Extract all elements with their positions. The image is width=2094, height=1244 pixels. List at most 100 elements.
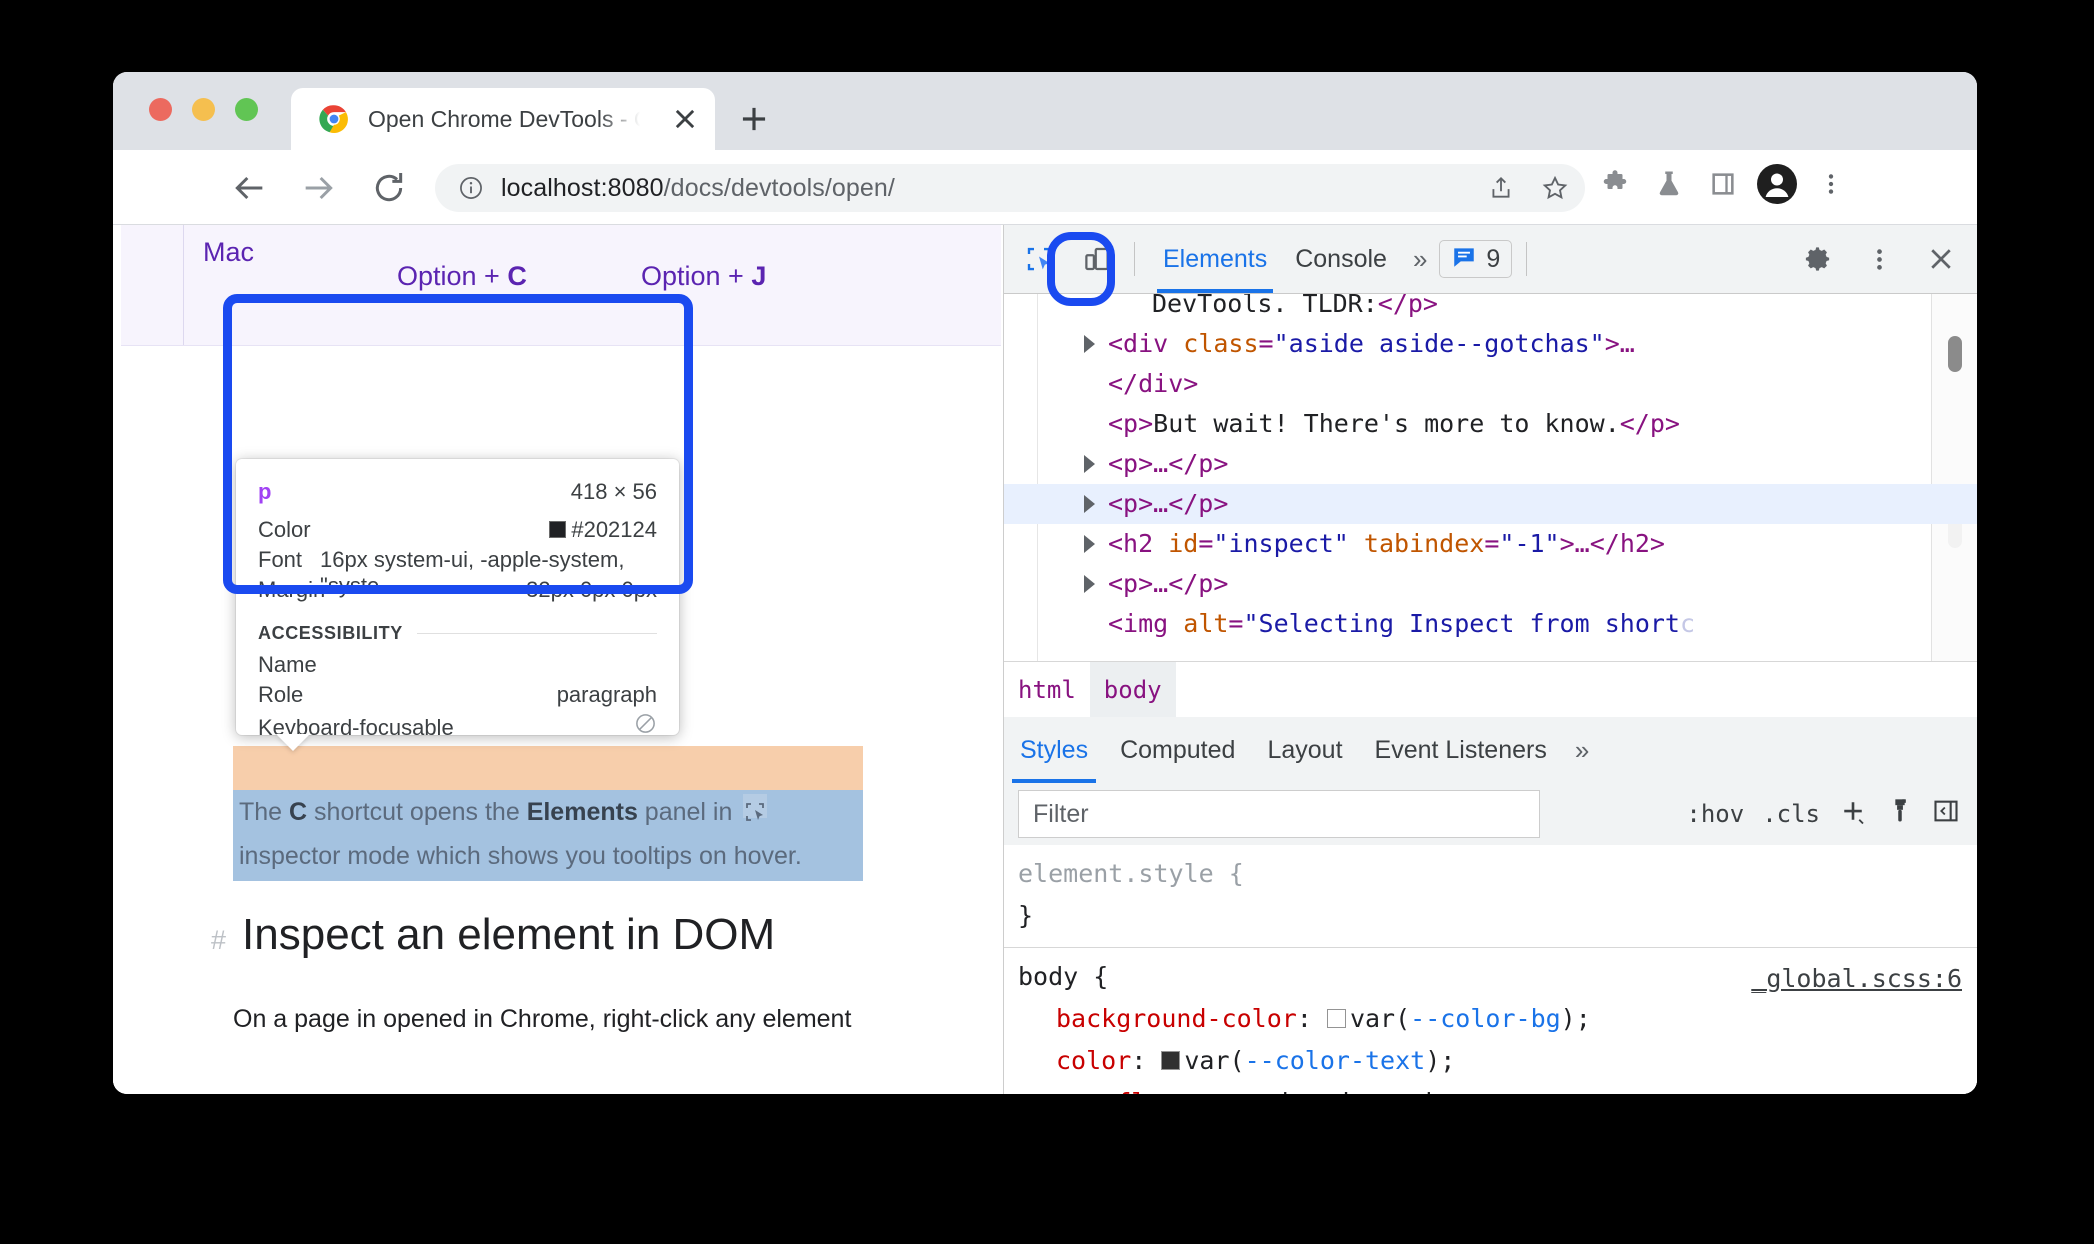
- expand-arrow-icon[interactable]: [1084, 535, 1095, 553]
- color-swatch[interactable]: [1161, 1051, 1181, 1070]
- class-toggle-button[interactable]: .cls: [1762, 800, 1820, 828]
- more-tabs-chevron-icon[interactable]: »: [1413, 244, 1427, 275]
- side-panel-icon[interactable]: [1703, 164, 1743, 204]
- info-circle-icon[interactable]: [458, 175, 484, 201]
- minimize-window-button[interactable]: [192, 98, 215, 121]
- css-declaration[interactable]: overflow-wrap: break-word;: [1018, 1082, 1977, 1094]
- table-cell-elements-shortcut: Option + C: [397, 261, 527, 291]
- forward-button[interactable]: [299, 168, 339, 208]
- tab-elements[interactable]: Elements: [1149, 225, 1281, 293]
- dom-line[interactable]: <p>…</p>: [1004, 564, 1977, 604]
- issues-message-icon: [1451, 244, 1477, 275]
- back-button[interactable]: [229, 168, 269, 208]
- devtools-panel: Elements Console » 9 DevTools. TLDR:</p>…: [1003, 225, 1977, 1094]
- dom-line[interactable]: <p>But wait! There's more to know.</p>: [1004, 404, 1977, 444]
- css-selector[interactable]: body {: [1018, 962, 1108, 991]
- css-var-name[interactable]: --color-bg: [1410, 1004, 1561, 1033]
- annotation-highlight-inspect-button: [1047, 232, 1115, 306]
- css-selector-row: body { _global.scss:6: [1018, 956, 1977, 998]
- dom-line[interactable]: <h2 id="inspect" tabindex="-1">…</h2>: [1004, 524, 1977, 564]
- tab-computed[interactable]: Computed: [1104, 717, 1251, 783]
- css-rule-element-style[interactable]: element.style { }: [1004, 845, 1977, 948]
- tooltip-row-role: Role paragraph: [258, 682, 657, 712]
- page-title: Inspect an element in DOM: [242, 910, 776, 959]
- styles-tools: :hov .cls: [1686, 796, 1977, 832]
- filter-input[interactable]: Filter: [1018, 790, 1540, 838]
- window-controls[interactable]: [149, 98, 258, 121]
- browser-toolbar-icons: [1595, 164, 1851, 204]
- breadcrumb[interactable]: html body: [1004, 661, 1977, 719]
- sidebar-toggle-icon[interactable]: [1932, 797, 1960, 831]
- devtools-toolbar-right: [1782, 236, 1977, 282]
- css-rule-body[interactable]: body { _global.scss:6 background-color: …: [1004, 948, 1977, 1094]
- not-allowed-icon: [634, 712, 657, 735]
- annotation-highlight-tooltip: [223, 294, 693, 594]
- maximize-window-button[interactable]: [235, 98, 258, 121]
- breadcrumb-item-html[interactable]: html: [1004, 662, 1090, 718]
- hover-state-button[interactable]: :hov: [1686, 800, 1744, 828]
- breadcrumb-item-body[interactable]: body: [1089, 662, 1176, 718]
- dom-line[interactable]: DevTools. TLDR:</p>: [1004, 294, 1977, 324]
- tab-event-listeners[interactable]: Event Listeners: [1359, 717, 1563, 783]
- more-style-tabs-chevron-icon[interactable]: »: [1575, 735, 1589, 766]
- expand-arrow-icon[interactable]: [1084, 335, 1095, 353]
- address-bar[interactable]: localhost:8080/docs/devtools/open/: [435, 164, 1585, 212]
- heading-anchor-hash[interactable]: #: [211, 925, 226, 956]
- dom-line[interactable]: <img alt="Selecting Inspect from shortc: [1004, 604, 1977, 644]
- css-property[interactable]: color: [1056, 1046, 1131, 1075]
- issues-badge[interactable]: 9: [1439, 240, 1513, 278]
- css-var-name[interactable]: --color-text: [1245, 1046, 1426, 1075]
- inspect-cursor-icon: [743, 794, 768, 821]
- css-rule-close: }: [1018, 901, 1034, 930]
- more-vertical-icon[interactable]: [1811, 164, 1851, 204]
- page-body-paragraph: On a page in opened in Chrome, right-cli…: [233, 1005, 852, 1033]
- close-tab-button[interactable]: [671, 105, 699, 133]
- expand-arrow-icon[interactable]: [1084, 495, 1095, 513]
- browser-tab[interactable]: Open Chrome DevTools - Chrom: [291, 88, 715, 150]
- reload-button[interactable]: [369, 168, 409, 208]
- more-vertical-icon[interactable]: [1856, 236, 1902, 282]
- tooltip-row-keyboard-focusable: Keyboard-focusable: [258, 712, 657, 742]
- tooltip-key: Name: [258, 652, 317, 677]
- styles-tab-bar: Styles Computed Layout Event Listeners »: [1004, 717, 1977, 784]
- dom-tree[interactable]: DevTools. TLDR:</p> <div class="aside as…: [1004, 294, 1977, 661]
- star-icon[interactable]: [1535, 168, 1575, 208]
- navigation-bar: localhost:8080/docs/devtools/open/: [113, 150, 1977, 225]
- tab-console[interactable]: Console: [1281, 225, 1401, 293]
- tooltip-value: paragraph: [556, 682, 657, 707]
- close-icon[interactable]: [1918, 236, 1964, 282]
- tooltip-row-name: Name: [258, 652, 657, 682]
- table-cell-os: Mac: [203, 237, 255, 267]
- extensions-puzzle-icon[interactable]: [1595, 164, 1635, 204]
- devtools-toolbar: Elements Console » 9: [1004, 225, 1977, 294]
- browser-window: Open Chrome DevTools - Chrom: [113, 72, 1977, 1094]
- expand-arrow-icon[interactable]: [1084, 455, 1095, 473]
- paintbrush-icon[interactable]: [1886, 797, 1914, 831]
- css-property[interactable]: overflow-wrap: [1056, 1088, 1252, 1094]
- css-source-link[interactable]: _global.scss:6: [1751, 958, 1962, 1000]
- tab-strip: Open Chrome DevTools - Chrom: [113, 72, 1977, 150]
- tab-layout[interactable]: Layout: [1251, 717, 1358, 783]
- profile-avatar-icon[interactable]: [1757, 164, 1797, 204]
- dom-line[interactable]: <p>…</p>: [1004, 444, 1977, 484]
- share-icon[interactable]: [1481, 168, 1521, 208]
- css-declaration[interactable]: color: var(--color-text);: [1018, 1040, 1977, 1082]
- dom-line-selected[interactable]: <p>…</p>: [1004, 484, 1977, 524]
- new-style-rule-button[interactable]: [1838, 796, 1868, 832]
- gear-icon[interactable]: [1794, 236, 1840, 282]
- dom-line[interactable]: </div>: [1004, 364, 1977, 404]
- css-declaration[interactable]: background-color: var(--color-bg);: [1018, 998, 1977, 1040]
- color-swatch[interactable]: [1326, 1009, 1346, 1028]
- styles-rules[interactable]: element.style { } body { _global.scss:6 …: [1004, 845, 1977, 1094]
- css-selector[interactable]: element.style {: [1018, 853, 1977, 895]
- divider: [416, 633, 657, 634]
- close-window-button[interactable]: [149, 98, 172, 121]
- tooltip-accessibility-section: ACCESSIBILITY: [258, 623, 657, 644]
- labs-flask-icon[interactable]: [1649, 164, 1689, 204]
- dom-line[interactable]: <div class="aside aside--gotchas">…: [1004, 324, 1977, 364]
- expand-arrow-icon[interactable]: [1084, 575, 1095, 593]
- new-tab-button[interactable]: [735, 100, 773, 138]
- table-column-divider: [183, 225, 184, 345]
- tab-styles[interactable]: Styles: [1004, 717, 1104, 783]
- css-property[interactable]: background-color: [1056, 1004, 1297, 1033]
